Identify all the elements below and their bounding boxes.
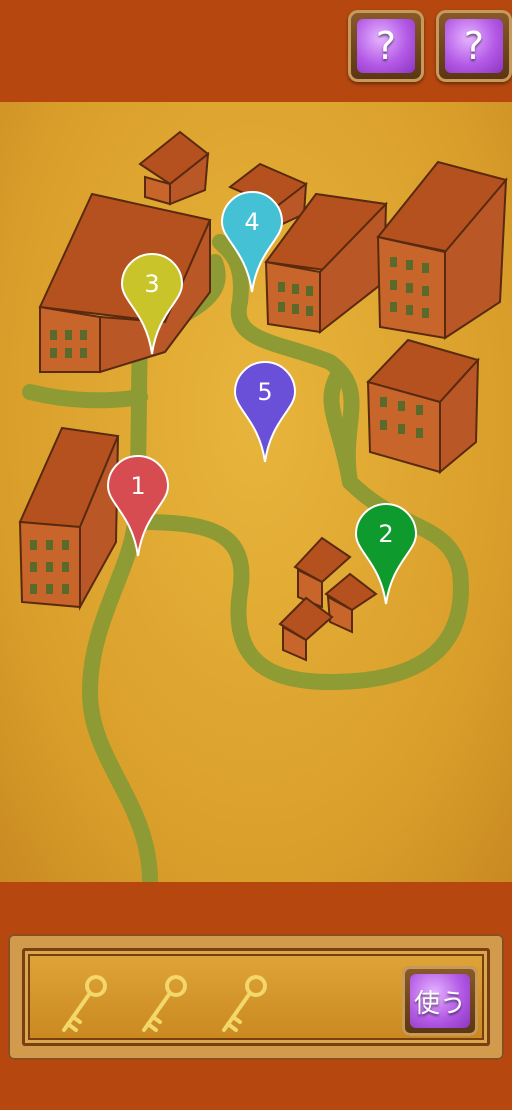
- apartment-building: [18, 426, 120, 611]
- key-icon[interactable]: [56, 970, 116, 1040]
- key-icon[interactable]: [136, 970, 196, 1040]
- map-pin-label: 4: [244, 208, 259, 236]
- map-pin-label: 5: [257, 378, 272, 406]
- house: [324, 572, 378, 634]
- house: [138, 130, 210, 206]
- house: [278, 596, 334, 662]
- town-map: 1 2 3 4 5: [0, 102, 512, 882]
- key-icon[interactable]: [216, 970, 276, 1040]
- hint-button-label: ?: [357, 19, 415, 73]
- use-item-button[interactable]: 使う: [402, 966, 478, 1036]
- hint-button-2[interactable]: ?: [436, 10, 512, 82]
- map-pin-label: 2: [378, 520, 393, 548]
- map-pin-marker[interactable]: [233, 361, 297, 463]
- map-pin-label: 1: [130, 472, 145, 500]
- map-pin-label: 3: [144, 270, 159, 298]
- map-pin-5[interactable]: 5: [233, 361, 297, 463]
- hint-button-label: ?: [445, 19, 503, 73]
- hint-button-1[interactable]: ?: [348, 10, 424, 82]
- apartment-building: [376, 160, 508, 340]
- use-button-label: 使う: [410, 974, 470, 1028]
